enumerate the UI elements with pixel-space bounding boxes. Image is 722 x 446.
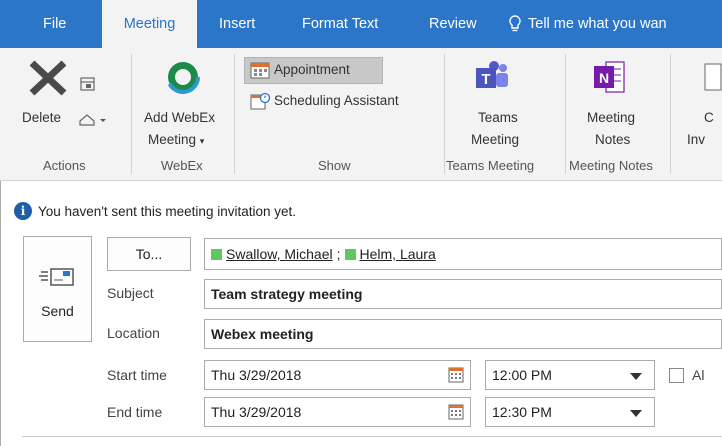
ribbon-tab-bar: File Meeting Insert Format Text Review T…	[0, 0, 722, 48]
to-field[interactable]: Swallow, Michael ; Helm, Laura	[204, 238, 722, 270]
meeting-notes-label-line2[interactable]: Notes	[595, 129, 630, 150]
calendar-icon[interactable]	[448, 404, 464, 420]
all-day-checkbox[interactable]	[669, 368, 684, 383]
end-date-value: Thu 3/29/2018	[211, 404, 302, 420]
start-date-value: Thu 3/29/2018	[211, 367, 302, 383]
to-button[interactable]: To...	[107, 237, 191, 271]
group-label-actions: Actions	[43, 158, 86, 173]
recipient-separator: ;	[336, 246, 341, 262]
group-separator	[234, 54, 235, 174]
recipient-name: Helm, Laura	[359, 246, 436, 262]
svg-text:T: T	[481, 71, 490, 88]
end-time-select[interactable]: 12:30 PM	[485, 397, 655, 427]
send-label: Send	[41, 303, 74, 319]
cutoff-label-line2[interactable]: Inv	[687, 129, 705, 150]
scheduling-assistant-icon[interactable]	[250, 92, 270, 110]
recipient-name: Swallow, Michael	[226, 246, 333, 262]
calendar-icon[interactable]	[448, 367, 464, 383]
lightbulb-icon	[509, 15, 521, 32]
cleanup-dropdown-icon[interactable]	[78, 111, 108, 127]
tell-me-text: Tell me what you wan	[528, 16, 667, 32]
appointment-label[interactable]: Appointment	[274, 59, 350, 80]
all-day-label: Al	[692, 367, 705, 383]
subject-input[interactable]: Team strategy meeting	[204, 279, 722, 309]
ribbon: Delete Actions Add WebEx Meeting ▾ WebEx…	[0, 48, 722, 181]
start-time-label: Start time	[107, 367, 167, 383]
meeting-notes-label-line1[interactable]: Meeting	[587, 107, 635, 128]
group-separator	[565, 54, 566, 174]
end-time-value: 12:30 PM	[492, 404, 552, 420]
start-time-value: 12:00 PM	[492, 367, 552, 383]
delete-x-icon[interactable]	[26, 58, 70, 98]
send-icon	[39, 268, 74, 286]
svg-text:N: N	[599, 70, 609, 86]
group-separator	[670, 54, 671, 174]
info-icon: i	[14, 202, 32, 220]
teams-meeting-label-line1[interactable]: Teams	[478, 107, 518, 128]
send-button[interactable]: Send	[23, 236, 92, 342]
appointment-icon	[250, 62, 270, 79]
teams-meeting-label-line2[interactable]: Meeting	[471, 129, 519, 150]
delete-button-label[interactable]: Delete	[22, 107, 61, 128]
start-time-select[interactable]: 12:00 PM	[485, 360, 655, 390]
end-time-label: End time	[107, 404, 163, 420]
chevron-down-icon	[630, 373, 642, 380]
onenote-logo-icon[interactable]: N	[592, 59, 626, 95]
group-label-teams: Teams Meeting	[446, 158, 535, 173]
scheduling-assistant-label[interactable]: Scheduling Assistant	[274, 90, 399, 111]
subject-label: Subject	[107, 285, 154, 301]
tab-format-text[interactable]: Format Text	[302, 0, 378, 48]
group-separator	[131, 54, 132, 174]
recipient[interactable]: Helm, Laura	[344, 240, 436, 268]
tab-meeting[interactable]: Meeting	[102, 0, 197, 48]
presence-available-icon	[211, 248, 222, 260]
webex-logo-icon[interactable]	[166, 60, 200, 94]
cutoff-ribbon-icon[interactable]	[704, 62, 722, 92]
group-label-webex: WebEx	[161, 158, 203, 173]
ignore-icon[interactable]	[79, 75, 97, 93]
location-input[interactable]: Webex meeting	[204, 319, 722, 349]
recipient[interactable]: Swallow, Michael	[211, 240, 333, 268]
location-label: Location	[107, 325, 160, 341]
end-date-picker[interactable]: Thu 3/29/2018	[204, 397, 471, 427]
window-edge	[0, 181, 1, 446]
tab-insert[interactable]: Insert	[219, 0, 255, 48]
start-date-picker[interactable]: Thu 3/29/2018	[204, 360, 471, 390]
presence-available-icon	[344, 248, 356, 260]
add-webex-label-line1[interactable]: Add WebEx	[144, 107, 215, 128]
teams-logo-icon[interactable]: T	[474, 60, 510, 94]
group-label-show: Show	[318, 158, 351, 173]
chevron-down-icon	[630, 410, 642, 417]
group-separator	[444, 54, 445, 174]
body-editor-top-border	[22, 436, 722, 437]
info-message: You haven't sent this meeting invitation…	[38, 203, 296, 219]
tell-me-search[interactable]: Tell me what you wan	[508, 0, 667, 48]
group-label-meeting-notes: Meeting Notes	[569, 158, 653, 173]
cutoff-label-line1[interactable]: C	[704, 107, 714, 128]
tab-review[interactable]: Review	[429, 0, 477, 48]
tab-file[interactable]: File	[43, 0, 66, 48]
info-bar: i You haven't sent this meeting invitati…	[14, 200, 296, 222]
add-webex-label-line2[interactable]: Meeting ▾	[148, 129, 204, 152]
